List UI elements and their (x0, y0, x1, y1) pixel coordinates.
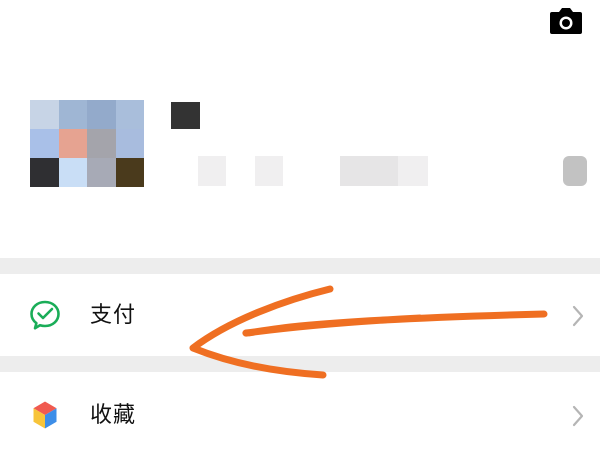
menu-item-label: 支付 (90, 303, 137, 328)
avatar-pixel (87, 129, 116, 158)
pay-icon (30, 300, 60, 330)
profile-name-redacted (171, 102, 200, 129)
avatar-pixel (30, 100, 59, 129)
menu-item-favorites[interactable]: 收藏 (0, 372, 600, 461)
qr-code-redacted[interactable] (563, 156, 587, 186)
profile-id-redacted (398, 156, 428, 186)
profile-id-redacted (340, 156, 398, 186)
avatar-pixel (58, 100, 87, 129)
avatar-pixel (58, 129, 87, 158)
chevron-right-icon (572, 405, 584, 427)
menu-item-pay[interactable]: 支付 (0, 274, 600, 356)
avatar-pixel (115, 100, 144, 129)
section-divider (0, 258, 600, 274)
section-divider (0, 356, 600, 372)
avatar-pixel (30, 129, 59, 158)
profile-id-redacted (198, 156, 226, 186)
chevron-right-icon (572, 305, 584, 327)
avatar-pixel (115, 129, 144, 158)
avatar-pixel (87, 158, 116, 187)
favorites-icon (32, 400, 58, 430)
profile-header[interactable] (0, 0, 600, 258)
menu-item-label: 收藏 (90, 403, 137, 428)
avatar-pixel (30, 158, 59, 187)
avatar-pixel (58, 158, 87, 187)
avatar-pixel (115, 158, 144, 187)
profile-id-redacted (255, 156, 283, 186)
avatar-pixel (87, 100, 116, 129)
avatar[interactable] (30, 100, 144, 187)
